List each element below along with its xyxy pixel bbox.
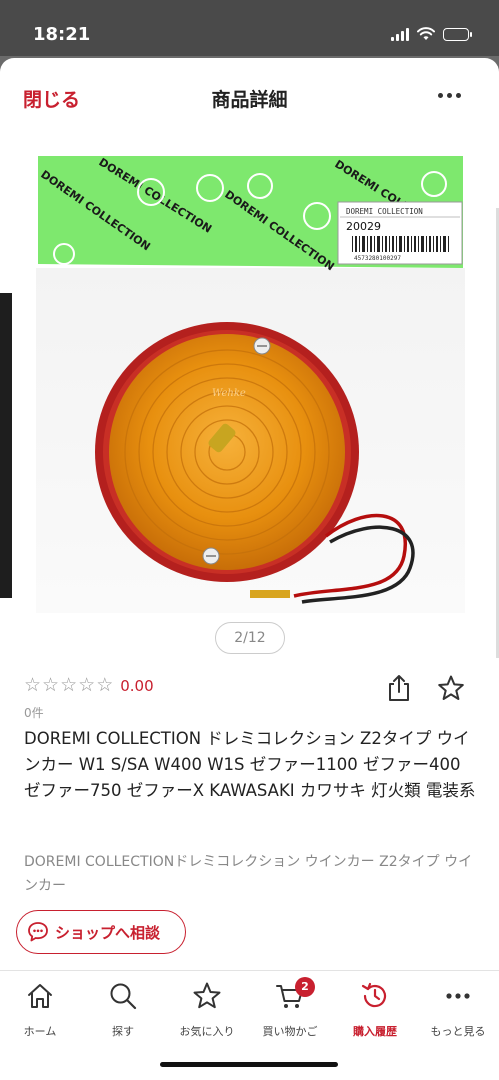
nav-cart[interactable]: 2 買い物かご bbox=[245, 977, 335, 1039]
background-edge bbox=[0, 293, 12, 598]
shop-consult-button[interactable]: ショップへ相談 bbox=[16, 910, 186, 954]
star-icon: ☆ bbox=[78, 674, 96, 696]
shop-consult-label: ショップへ相談 bbox=[55, 923, 161, 942]
image-pager: 2/12 bbox=[215, 622, 285, 654]
nav-more-label: もっと見る bbox=[430, 1025, 486, 1038]
star-icon: ☆ bbox=[24, 674, 42, 696]
favorite-icon[interactable] bbox=[437, 674, 465, 702]
header: 閉じる 商品詳細 bbox=[0, 58, 499, 136]
label-brand: DOREMI COLLECTION bbox=[346, 207, 423, 216]
home-indicator bbox=[160, 1062, 338, 1067]
nav-favorites-label: お気に入り bbox=[179, 1025, 235, 1038]
status-bar: 18:21 bbox=[0, 0, 499, 56]
star-icon: ☆ bbox=[96, 674, 114, 696]
nav-favorites[interactable]: お気に入り bbox=[162, 981, 252, 1039]
nav-search[interactable]: 探す bbox=[78, 981, 168, 1039]
history-icon bbox=[361, 982, 387, 1008]
nav-history-label: 購入履歴 bbox=[353, 1025, 397, 1038]
chat-icon bbox=[28, 922, 48, 942]
label-barcode-number: 4573280100297 bbox=[354, 255, 401, 262]
battery-icon bbox=[443, 27, 472, 41]
product-image[interactable]: DOREMI COLLECTION DOREMI COLLECTION DORE… bbox=[34, 156, 467, 613]
page-title: 商品詳細 bbox=[211, 89, 288, 111]
nav-home[interactable]: ホーム bbox=[0, 981, 85, 1039]
product-subtitle: DOREMI COLLECTIONドレミコレクション ウインカー Z2タイプ ウ… bbox=[24, 854, 473, 894]
cart-badge: 2 bbox=[295, 977, 315, 997]
rating-value: 0.00 bbox=[120, 676, 154, 695]
share-icon[interactable] bbox=[387, 674, 411, 702]
review-count[interactable]: 0件 bbox=[24, 704, 44, 721]
product-detail-sheet: 閉じる 商品詳細 DOREMI COLLECTION DOREMI COLLEC… bbox=[0, 58, 499, 1080]
lens-marking: Wehke bbox=[212, 388, 246, 399]
nav-history[interactable]: 購入履歴 bbox=[330, 981, 420, 1039]
nav-cart-label: 買い物かご bbox=[262, 1025, 318, 1038]
wifi-icon bbox=[417, 27, 435, 40]
signal-icon bbox=[391, 27, 409, 41]
home-icon bbox=[28, 984, 52, 1008]
star-icon: ☆ bbox=[60, 674, 78, 696]
label-code: 20029 bbox=[346, 220, 381, 233]
rating-row: ☆ ☆ ☆ ☆ ☆ 0.00 bbox=[24, 676, 154, 695]
product-title: DOREMI COLLECTION ドレミコレクション Z2タイプ ウインカー … bbox=[24, 729, 476, 800]
search-icon bbox=[110, 983, 137, 1010]
more-icon bbox=[446, 993, 470, 999]
status-time: 18:21 bbox=[33, 24, 91, 45]
nav-search-label: 探す bbox=[112, 1025, 134, 1038]
nav-home-label: ホーム bbox=[23, 1025, 57, 1038]
status-icons bbox=[391, 27, 472, 41]
star-icon bbox=[193, 982, 221, 1009]
more-icon[interactable] bbox=[438, 93, 461, 98]
star-icon: ☆ bbox=[42, 674, 60, 696]
nav-more[interactable]: もっと見る bbox=[413, 981, 499, 1039]
